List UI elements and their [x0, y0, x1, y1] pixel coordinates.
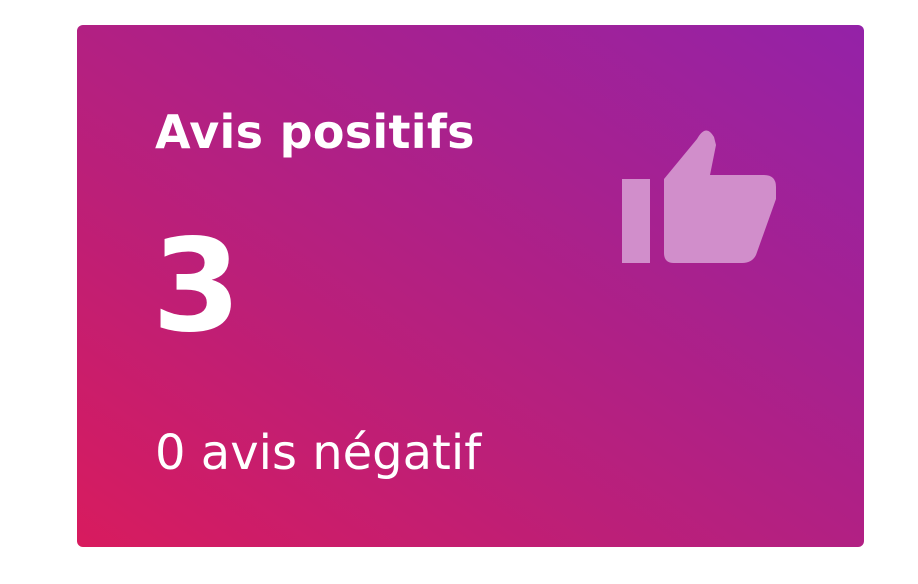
- positive-reviews-card: Avis positifs 3 0 avis négatif: [77, 25, 864, 547]
- card-title: Avis positifs: [155, 105, 475, 159]
- positive-review-count: 3: [152, 212, 242, 361]
- thumbs-up-icon: [622, 130, 776, 263]
- negative-review-summary: 0 avis négatif: [155, 425, 482, 481]
